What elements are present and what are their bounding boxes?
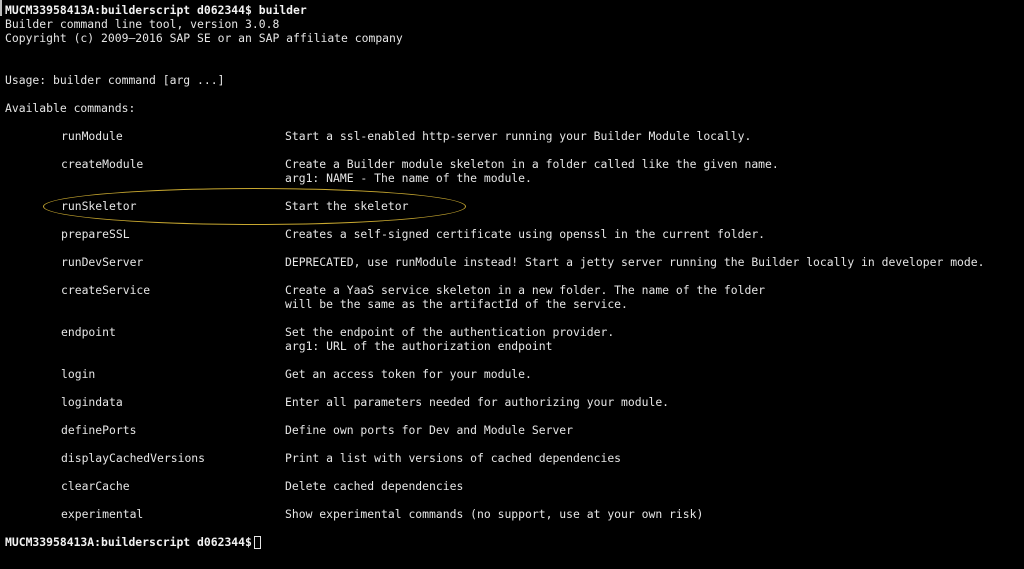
command-name-logindata: logindata [61, 395, 123, 409]
command-name-login: login [61, 367, 96, 381]
command-name-experimental: experimental [61, 507, 144, 521]
command-name-definePorts: definePorts [61, 423, 137, 437]
command-name-runDevServer: runDevServer [61, 255, 144, 269]
command-description: Show experimental commands (no support, … [285, 507, 704, 521]
prompt-command: builder [258, 3, 307, 17]
copyright-line: Copyright (c) 2009–2016 SAP SE or an SAP… [5, 31, 403, 45]
command-description: Set the endpoint of the authentication p… [285, 325, 615, 339]
final-prompt-line[interactable]: MUCM33958413A:builderscript d062344$ [5, 535, 261, 549]
prompt-line: MUCM33958413A:builderscript d062344$ bui… [5, 3, 307, 17]
command-description: Print a list with versions of cached dep… [285, 451, 622, 465]
command-name-runModule: runModule [61, 129, 123, 143]
prompt-host: MUCM33958413A:builderscript d062344$ [5, 3, 252, 17]
command-name-prepareSSL: prepareSSL [61, 227, 130, 241]
usage-line: Usage: builder command [arg ...] [5, 73, 225, 87]
command-description: will be the same as the artifactId of th… [285, 297, 628, 311]
final-prompt: MUCM33958413A:builderscript d062344$ [5, 535, 252, 549]
terminal-window[interactable]: MUCM33958413A:builderscript d062344$ bui… [0, 0, 1024, 569]
text-cursor [253, 536, 261, 549]
command-description: Start the skeletor [285, 199, 409, 213]
command-name-createModule: createModule [61, 157, 144, 171]
command-description: Enter all parameters needed for authoriz… [285, 395, 670, 409]
command-description: Start a ssl-enabled http-server running … [285, 129, 752, 143]
command-description: Create a Builder module skeleton in a fo… [285, 157, 779, 171]
command-name-endpoint: endpoint [61, 325, 116, 339]
command-description: Delete cached dependencies [285, 479, 464, 493]
command-description: Create a YaaS service skeleton in a new … [285, 283, 766, 297]
command-name-runSkeletor: runSkeletor [61, 199, 137, 213]
available-commands-heading: Available commands: [5, 101, 136, 115]
command-description: Creates a self-signed certificate using … [285, 227, 766, 241]
version-line: Builder command line tool, version 3.0.8 [5, 17, 280, 31]
command-description: Get an access token for your module. [285, 367, 532, 381]
command-name-displayCachedVersions: displayCachedVersions [61, 451, 206, 465]
command-name-clearCache: clearCache [61, 479, 130, 493]
command-name-createService: createService [61, 283, 151, 297]
command-description: arg1: NAME - The name of the module. [285, 171, 532, 185]
command-description: DEPRECATED, use runModule instead! Start… [285, 255, 985, 269]
command-description: arg1: URL of the authorization endpoint [285, 339, 553, 353]
command-description: Define own ports for Dev and Module Serv… [285, 423, 574, 437]
terminal-edge [0, 0, 2, 16]
